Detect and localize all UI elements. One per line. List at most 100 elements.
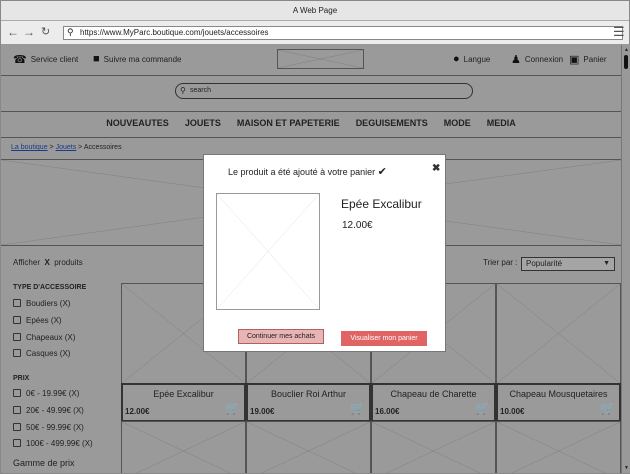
add-to-cart-icon[interactable]: 🛒 <box>350 401 365 415</box>
search-icon: ⚲ <box>180 86 186 95</box>
close-icon[interactable]: ✖ <box>432 163 440 174</box>
product-price: 10.00€ <box>500 407 525 416</box>
breadcrumb-current: Accessoires <box>83 144 122 151</box>
added-to-cart-modal: Le produit a été ajouté à votre panier ✔… <box>203 154 446 352</box>
checkbox[interactable] <box>13 439 21 447</box>
product-image-placeholder[interactable] <box>246 421 371 473</box>
product-image-placeholder[interactable] <box>371 421 496 473</box>
checkbox[interactable] <box>13 406 21 414</box>
filter-type-epees[interactable]: Epées (X) <box>13 316 62 325</box>
filter-type-chapeaux[interactable]: Chapeaux (X) <box>13 333 75 342</box>
continue-shopping-button[interactable]: Continuer mes achats <box>238 329 324 344</box>
menu-mode[interactable]: MODE <box>444 118 471 128</box>
produits-label: produits <box>54 258 83 267</box>
checkbox[interactable] <box>13 299 21 307</box>
add-to-cart-icon[interactable]: 🛒 <box>225 401 240 415</box>
filter-label: Chapeaux (X) <box>26 333 76 342</box>
breadcrumb-home[interactable]: La boutique <box>11 144 48 151</box>
connexion-label: Connexion <box>524 55 564 64</box>
product-name[interactable]: Epée Excalibur <box>121 389 246 399</box>
sort-value: Popularité <box>526 259 563 268</box>
checkbox[interactable] <box>13 423 21 431</box>
suivre-label: Suivre ma commande <box>103 54 182 64</box>
checkbox[interactable] <box>13 316 21 324</box>
menu-maison[interactable]: MAISON ET PAPETERIE <box>237 118 340 128</box>
browser-toolbar: ← → ↻ ⚲ https://www.MyParc.boutique.com/… <box>1 21 629 45</box>
url-bar[interactable]: ⚲ https://www.MyParc.boutique.com/jouets… <box>63 26 623 40</box>
product-image-placeholder[interactable] <box>121 421 246 473</box>
filter-prix-3[interactable]: 100€ - 499.99€ (X) <box>13 439 93 448</box>
connexion-link[interactable]: ♟ Connexion <box>511 53 563 66</box>
filter-label: 0€ - 19.99€ (X) <box>26 389 80 398</box>
scroll-thumb[interactable] <box>624 55 628 69</box>
product-image-placeholder[interactable] <box>496 421 621 473</box>
forward-icon[interactable]: → <box>23 25 35 39</box>
filter-label: Boudiers (X) <box>26 299 71 308</box>
add-to-cart-icon[interactable]: 🛒 <box>600 401 615 415</box>
phone-icon: ☎ <box>13 54 27 66</box>
product-name[interactable]: Bouclier Roi Arthur <box>246 389 371 399</box>
view-cart-button[interactable]: Visualiser mon panier <box>341 331 427 346</box>
search-icon: ⚲ <box>67 27 74 37</box>
user-icon: ♟ <box>511 54 521 66</box>
filter-prix-2[interactable]: 50€ - 99.99€ (X) <box>13 423 84 432</box>
checkbox[interactable] <box>13 333 21 341</box>
add-to-cart-icon[interactable]: 🛒 <box>475 401 490 415</box>
product-image-placeholder <box>216 193 320 310</box>
filter-prix-0[interactable]: 0€ - 19.99€ (X) <box>13 389 79 398</box>
service-client-label: Service client <box>30 55 79 64</box>
product-price: 16.00€ <box>375 407 400 416</box>
search-input[interactable]: ⚲ search <box>175 83 473 99</box>
scroll-up-icon[interactable]: ▲ <box>624 47 629 53</box>
sort-dropdown[interactable]: Popularité ▼ <box>521 257 615 271</box>
modal-product-name: Epée Excalibur <box>341 197 422 211</box>
langue-link[interactable]: ● Langue <box>453 53 490 65</box>
breadcrumb-jouets[interactable]: Jouets <box>56 144 77 151</box>
filter-label: 100€ - 499.99€ (X) <box>26 439 93 448</box>
gamme-prix-label: Gamme de prix <box>13 458 75 468</box>
chevron-down-icon: ▼ <box>603 260 610 267</box>
product-name[interactable]: Chapeau de Charette <box>371 389 496 399</box>
panier-label: Panier <box>583 55 607 64</box>
reload-icon[interactable]: ↻ <box>41 25 50 38</box>
url-text: https://www.MyParc.boutique.com/jouets/a… <box>80 28 269 37</box>
filter-prix-1[interactable]: 20€ - 49.99€ (X) <box>13 406 84 415</box>
type-title: TYPE D'ACCESSOIRE <box>13 284 87 291</box>
menu-nouveautes[interactable]: NOUVEAUTES <box>106 118 169 128</box>
langue-label: Langue <box>463 54 491 64</box>
filter-label: 20€ - 49.99€ (X) <box>26 406 84 415</box>
window-title: A Web Page <box>1 1 629 21</box>
panier-link[interactable]: ▣ Panier <box>569 53 607 66</box>
basket-icon: ▣ <box>569 54 580 66</box>
modal-message: Le produit a été ajouté à votre panier ✔ <box>228 165 387 178</box>
service-client-link[interactable]: ☎ Service client <box>13 53 78 66</box>
scroll-down-icon[interactable]: ▼ <box>624 465 629 471</box>
main-menu: NOUVEAUTES JOUETS MAISON ET PAPETERIE DE… <box>1 118 621 128</box>
product-price: 12.00€ <box>125 407 150 416</box>
menu-jouets[interactable]: JOUETS <box>185 118 221 128</box>
suivre-commande-link[interactable]: ■ Suivre ma commande <box>93 53 181 65</box>
menu-deguisements[interactable]: DEGUISEMENTS <box>356 118 428 128</box>
count-select[interactable]: X <box>44 258 49 267</box>
product-image-placeholder[interactable] <box>496 283 621 384</box>
menu-media[interactable]: MEDIA <box>487 118 516 128</box>
filter-label: Epées (X) <box>26 316 62 325</box>
breadcrumb-sep: > <box>78 144 83 151</box>
filter-type-boudiers[interactable]: Boudiers (X) <box>13 299 70 308</box>
scrollbar[interactable]: ▲ ▼ <box>621 45 630 473</box>
menu-icon[interactable]: ☰ <box>613 24 625 40</box>
logo-placeholder[interactable] <box>277 49 364 69</box>
modal-message-text: Le produit a été ajouté à votre panier <box>228 167 376 177</box>
afficher-label: Afficher <box>13 258 40 267</box>
trier-label: Trier par : <box>483 258 518 267</box>
product-name[interactable]: Chapeau Mousquetaires <box>496 389 621 399</box>
breadcrumb: La boutique > Jouets > Accessoires <box>11 144 122 151</box>
filter-type-casques[interactable]: Casques (X) <box>13 349 70 358</box>
back-icon[interactable]: ← <box>7 25 19 39</box>
prix-title: PRIX <box>13 375 30 382</box>
checkbox[interactable] <box>13 349 21 357</box>
search-placeholder: search <box>190 87 212 94</box>
checkbox[interactable] <box>13 389 21 397</box>
breadcrumb-sep: > <box>49 144 54 151</box>
checkmark-icon: ✔ <box>377 166 387 178</box>
